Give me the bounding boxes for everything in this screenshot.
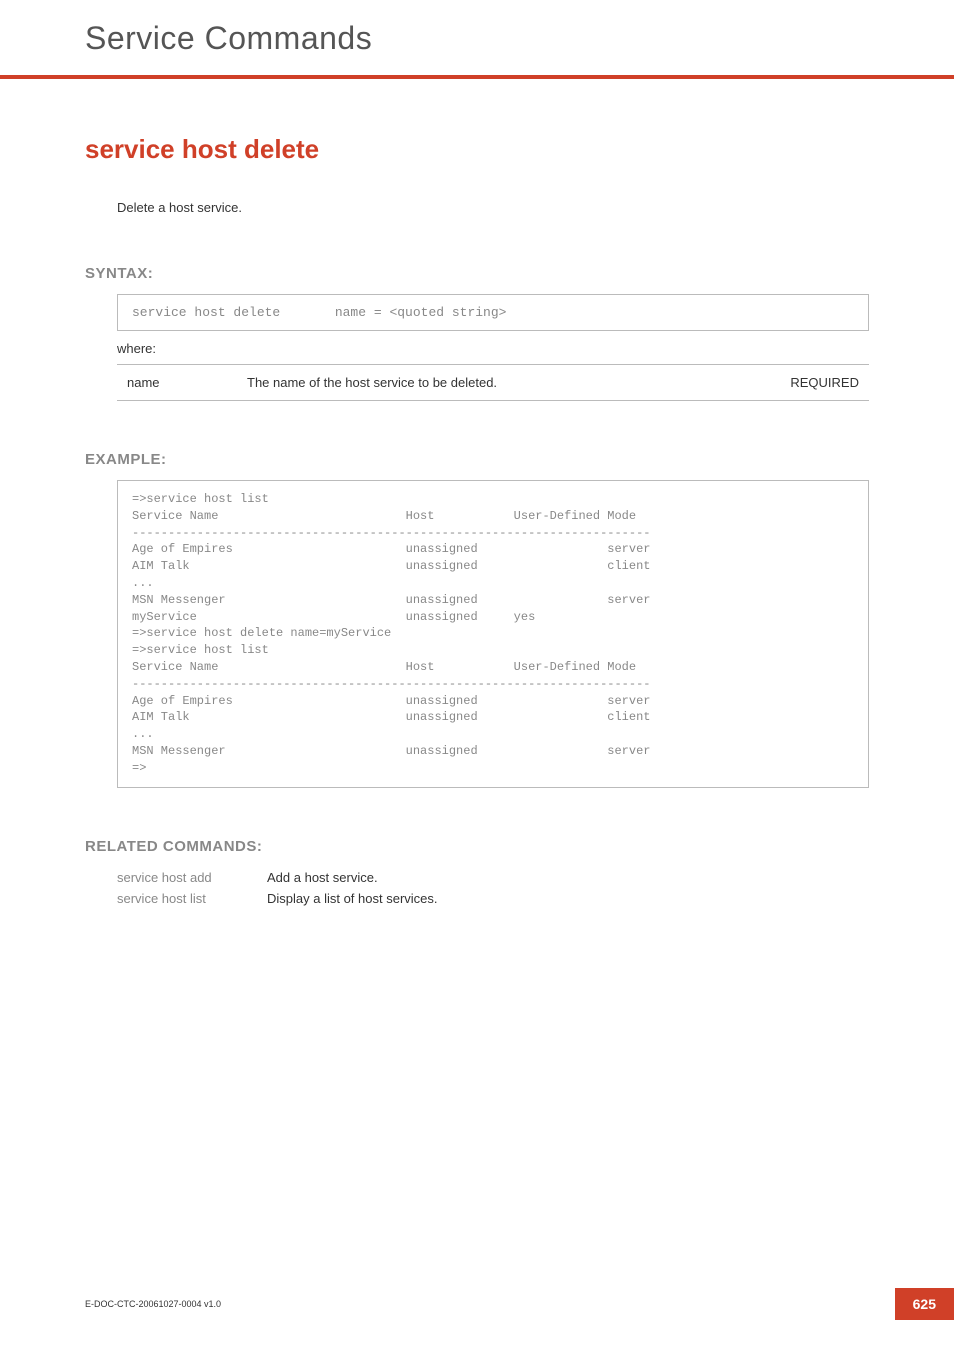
content-area: service host delete Delete a host servic… <box>0 79 954 909</box>
table-row: service host add Add a host service. <box>117 867 448 888</box>
footer-doc-id: E-DOC-CTC-20061027-0004 v1.0 <box>85 1299 221 1309</box>
page-header: Service Commands <box>0 0 954 57</box>
table-row: name The name of the host service to be … <box>117 365 869 401</box>
example-heading: EXAMPLE: <box>85 451 869 468</box>
page-number: 625 <box>895 1288 954 1320</box>
related-heading: RELATED COMMANDS: <box>85 838 869 855</box>
param-name: name <box>117 365 237 401</box>
section-description: Delete a host service. <box>117 200 869 215</box>
page-title: Service Commands <box>85 20 869 57</box>
page-footer: E-DOC-CTC-20061027-0004 v1.0 625 <box>85 1288 954 1320</box>
related-command: service host list <box>117 888 267 909</box>
related-description: Add a host service. <box>267 867 448 888</box>
param-desc: The name of the host service to be delet… <box>237 365 769 401</box>
related-command: service host add <box>117 867 267 888</box>
section-title: service host delete <box>85 134 869 165</box>
param-required: REQUIRED <box>769 365 869 401</box>
example-box: =>service host list Service Name Host Us… <box>117 480 869 788</box>
params-table: name The name of the host service to be … <box>117 364 869 401</box>
related-description: Display a list of host services. <box>267 888 448 909</box>
syntax-box: service host delete name = <quoted strin… <box>117 294 869 331</box>
syntax-code: service host delete name = <quoted strin… <box>132 305 506 320</box>
related-table: service host add Add a host service. ser… <box>117 867 448 909</box>
syntax-heading: SYNTAX: <box>85 265 869 282</box>
table-row: service host list Display a list of host… <box>117 888 448 909</box>
where-label: where: <box>117 341 869 356</box>
